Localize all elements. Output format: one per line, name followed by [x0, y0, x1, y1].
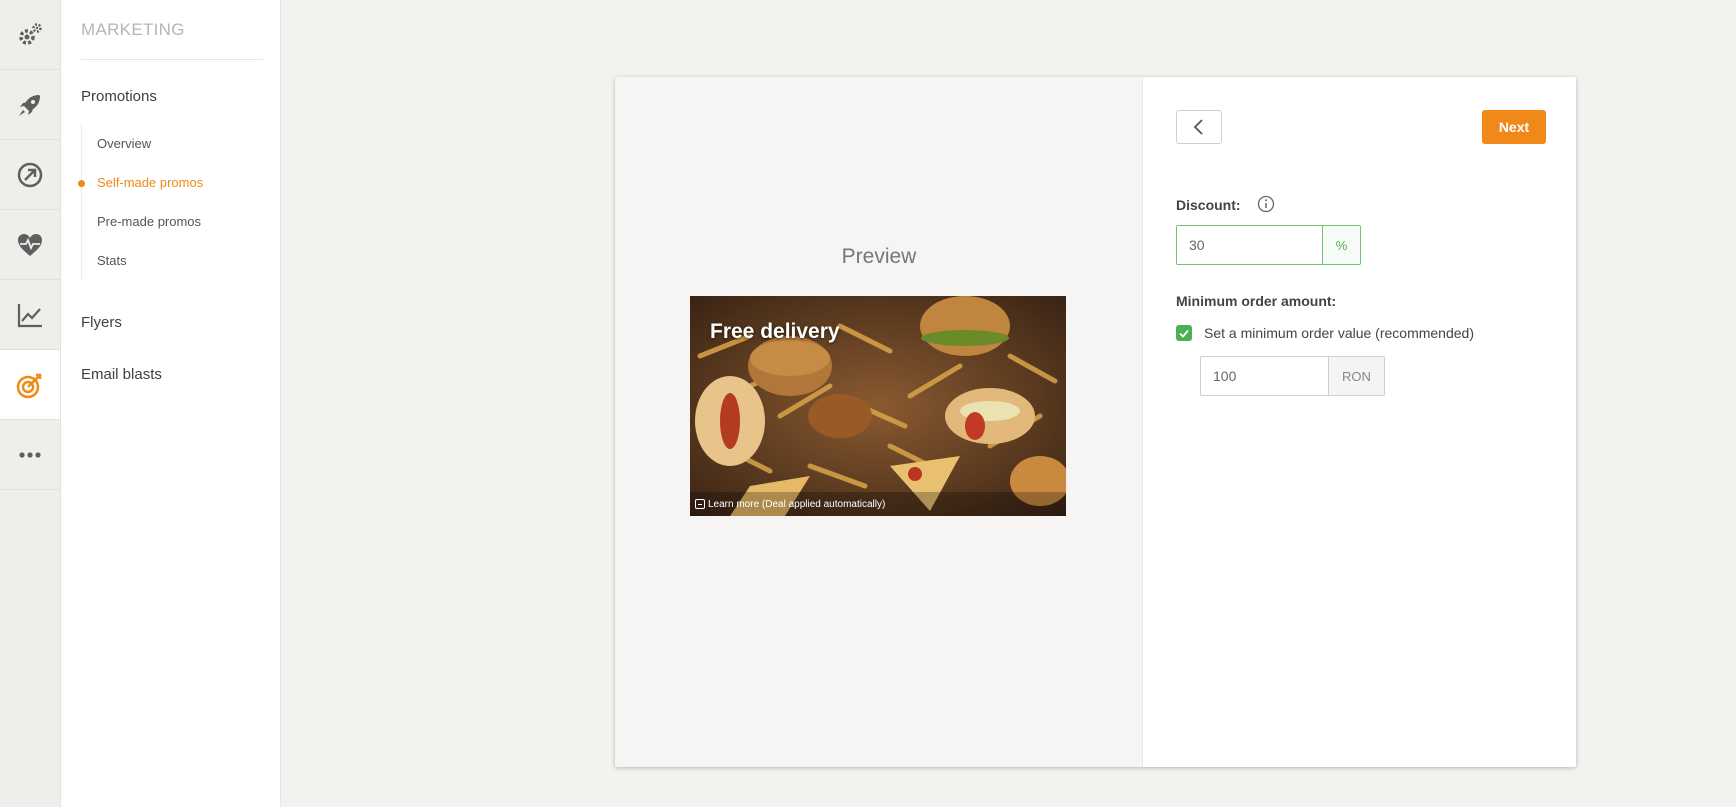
nav-subitem-overview[interactable]: Overview [97, 136, 151, 151]
rail-item-performance[interactable] [0, 140, 60, 210]
promo-footer: Learn more (Deal applied automatically) [690, 492, 1066, 516]
promo-headline: Free delivery [710, 320, 840, 343]
nav-item-promotions[interactable]: Promotions [81, 88, 157, 105]
active-indicator-dot [78, 180, 85, 187]
nav-divider [81, 59, 263, 60]
nav-item-flyers[interactable]: Flyers [81, 314, 122, 331]
min-order-checkbox-label[interactable]: Set a minimum order value (recommended) [1204, 325, 1474, 341]
nav-sub-line [81, 124, 82, 279]
promo-wizard-card: Preview Free delivery Learn more (Deal a… [615, 77, 1576, 767]
promo-form: Next Discount: % Minimum order amount: S… [1143, 77, 1576, 767]
min-order-input[interactable] [1201, 357, 1329, 395]
min-order-input-group: RON [1200, 356, 1385, 396]
target-icon [16, 373, 42, 398]
promo-preview-image: Free delivery Learn more (Deal applied a… [690, 296, 1066, 516]
more-dots-icon [19, 451, 41, 458]
chevron-left-icon [1193, 119, 1203, 135]
check-icon [1179, 329, 1189, 338]
gauge-arrow-icon [17, 162, 43, 187]
nav-subitem-stats[interactable]: Stats [97, 253, 127, 268]
nav-subitem-self-made-promos[interactable]: Self-made promos [97, 175, 203, 190]
nav-item-email-blasts[interactable]: Email blasts [81, 366, 162, 383]
icon-rail [0, 0, 61, 807]
discount-input[interactable] [1177, 226, 1323, 264]
marketing-nav: MARKETING Promotions Overview Self-made … [61, 0, 281, 807]
heart-pulse-icon [18, 233, 42, 256]
learn-more-icon [695, 499, 705, 509]
rail-item-settings[interactable] [0, 0, 60, 70]
back-button[interactable] [1176, 110, 1222, 144]
info-icon[interactable] [1257, 195, 1275, 213]
rocket-icon [19, 94, 40, 116]
gears-icon [19, 22, 42, 45]
nav-subitem-pre-made-promos[interactable]: Pre-made promos [97, 214, 201, 229]
discount-unit: % [1323, 226, 1360, 264]
discount-label: Discount: [1176, 197, 1241, 213]
min-order-checkbox[interactable] [1176, 325, 1192, 341]
nav-header: MARKETING [81, 20, 185, 39]
rail-item-analytics[interactable] [0, 280, 60, 350]
preview-title: Preview [841, 245, 917, 268]
promo-footer-text: Learn more (Deal applied automatically) [708, 498, 886, 510]
rail-item-marketing[interactable] [0, 350, 60, 420]
line-chart-icon [17, 303, 42, 327]
currency-unit: RON [1329, 357, 1384, 395]
rail-item-launch[interactable] [0, 70, 60, 140]
discount-input-group: % [1176, 225, 1361, 265]
rail-item-more[interactable] [0, 420, 60, 490]
preview-pane: Preview Free delivery Learn more (Deal a… [615, 77, 1143, 767]
min-order-label: Minimum order amount: [1176, 293, 1337, 309]
next-button[interactable]: Next [1482, 110, 1546, 144]
rail-item-health[interactable] [0, 210, 60, 280]
